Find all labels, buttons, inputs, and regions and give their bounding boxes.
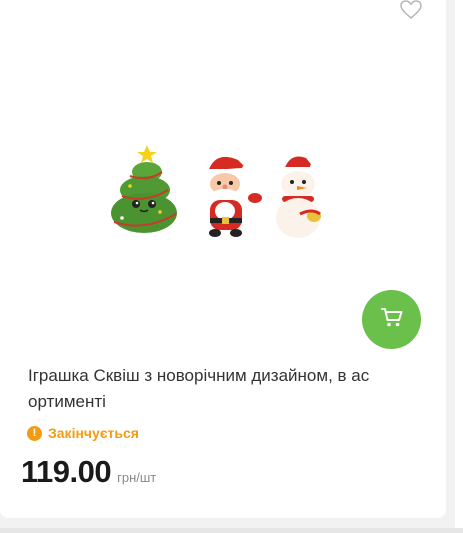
price-value: 119.00 <box>21 454 112 489</box>
santa-figure <box>206 156 262 237</box>
heart-outline-icon[interactable] <box>400 0 422 20</box>
snowman-figure <box>276 156 321 238</box>
price-unit: грн/шт <box>117 470 157 485</box>
next-card-edge <box>455 0 463 533</box>
product-card[interactable]: Іграшка Сквіш з новорічним дизайном, в а… <box>0 0 446 518</box>
stock-status: ! Закінчується <box>27 424 139 442</box>
exclamation-icon: ! <box>27 425 42 441</box>
cart-icon <box>380 306 404 333</box>
card-bottom-divider <box>0 528 463 533</box>
product-title[interactable]: Іграшка Сквіш з новорічним дизайном, в а… <box>28 363 424 415</box>
status-label: Закінчується <box>48 425 139 441</box>
product-image[interactable] <box>100 138 340 248</box>
add-to-cart-button[interactable] <box>362 290 421 349</box>
christmas-tree-figure <box>111 145 177 233</box>
price-row: 119.00 грн/шт <box>21 454 156 490</box>
